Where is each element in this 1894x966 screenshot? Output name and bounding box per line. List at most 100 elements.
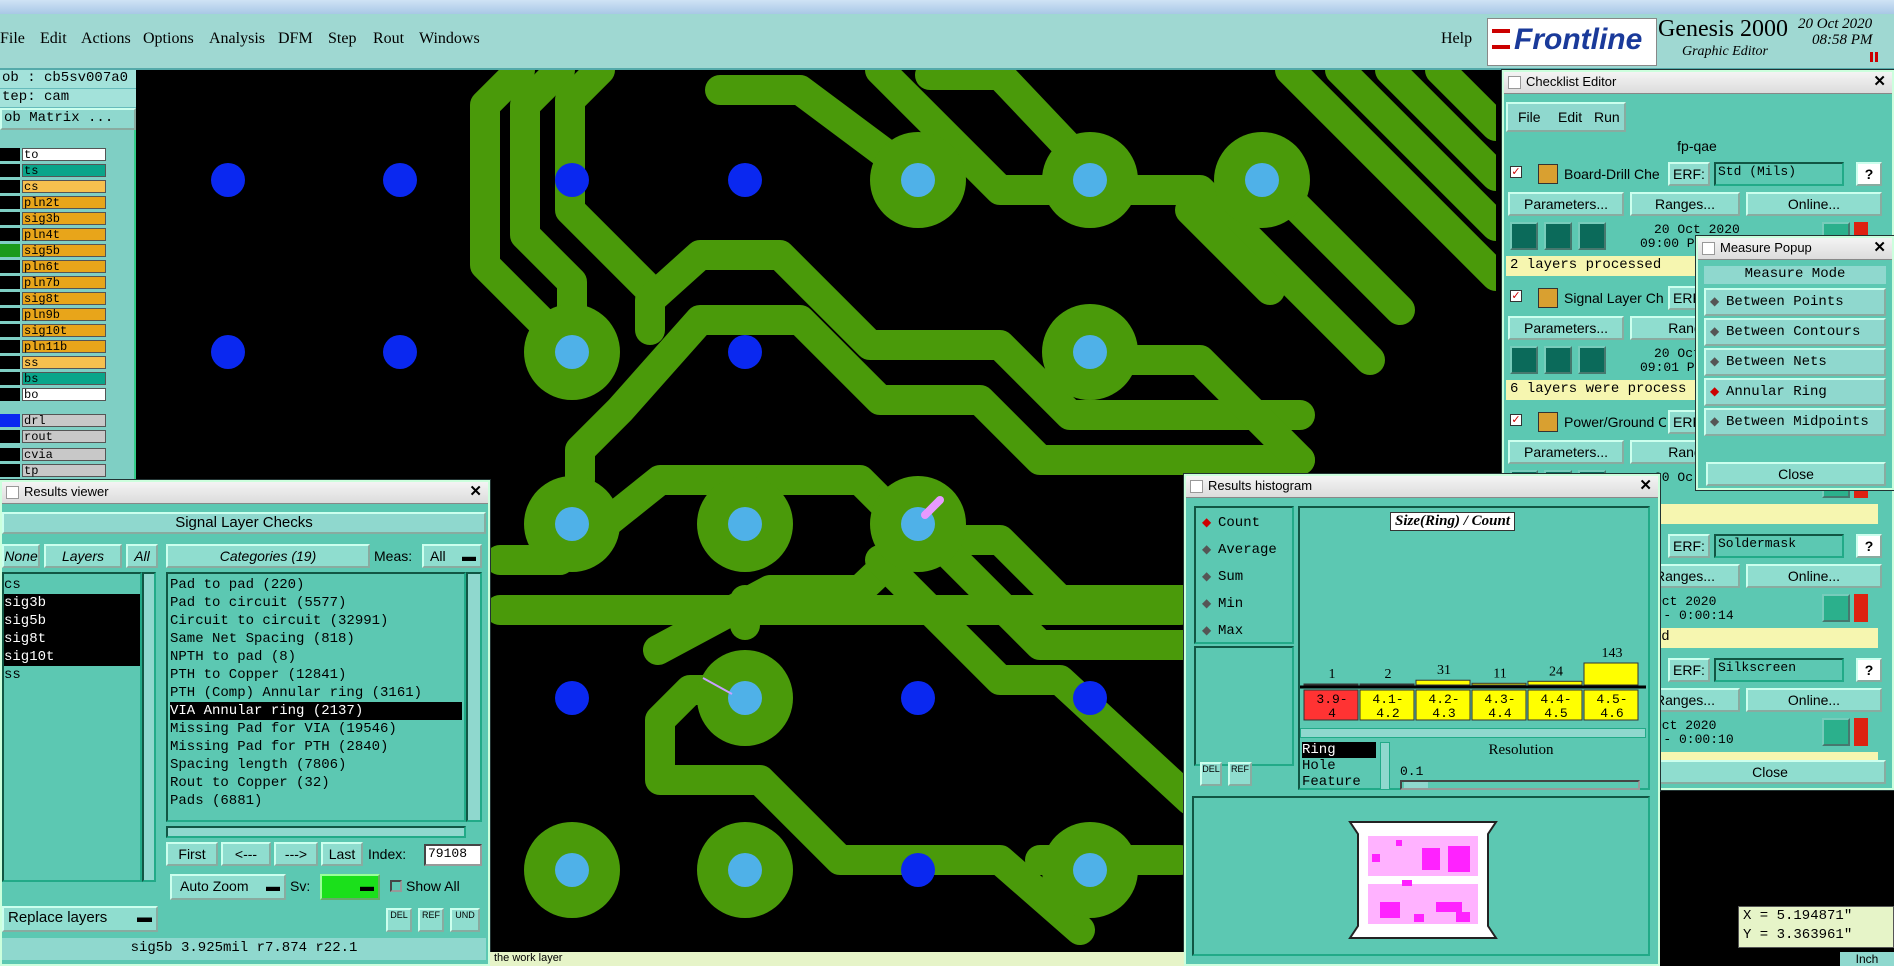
layer-swatch[interactable] xyxy=(0,372,20,385)
layers-button[interactable]: Layers xyxy=(44,544,122,568)
layer-swatch[interactable] xyxy=(0,244,20,257)
checklist-close-button[interactable]: Close xyxy=(1654,760,1886,784)
ranges-button[interactable]: Ranges... xyxy=(1630,192,1740,216)
parameters-button[interactable]: Parameters... xyxy=(1508,440,1624,464)
replace-layers-dropdown[interactable]: Replace layers ▬ xyxy=(2,906,158,932)
category-item[interactable]: Pads (6881) xyxy=(170,792,462,810)
menu-help[interactable]: Help xyxy=(1441,30,1472,48)
layer-name[interactable]: cvia xyxy=(22,448,106,462)
layer-swatch[interactable] xyxy=(0,228,20,241)
layer-row-pln6t[interactable]: pln6t xyxy=(0,259,110,274)
row-checkbox[interactable]: ✓ xyxy=(1510,290,1522,302)
layer-name[interactable]: pln9b xyxy=(22,308,106,322)
layer-swatch[interactable] xyxy=(0,164,20,177)
layer-name[interactable]: cs xyxy=(22,180,106,194)
help-icon[interactable]: ? xyxy=(1856,658,1882,682)
layer-name[interactable]: bo xyxy=(22,388,106,402)
layer-swatch[interactable] xyxy=(0,430,20,443)
first-button[interactable]: First xyxy=(166,842,218,866)
radio-icon[interactable]: ◆ xyxy=(1710,324,1719,338)
category-item[interactable]: NPTH to pad (8) xyxy=(170,648,462,666)
layer-name[interactable]: pln4t xyxy=(22,228,106,242)
radio-icon[interactable]: ◆ xyxy=(1710,414,1719,428)
auto-zoom-dropdown[interactable]: Auto Zoom ▬ xyxy=(170,874,286,900)
run-icon[interactable] xyxy=(1578,346,1606,374)
menu-edit[interactable]: Edit xyxy=(40,30,67,48)
menu-step[interactable]: Step xyxy=(328,30,356,48)
layer-name[interactable]: sig5b xyxy=(22,244,106,258)
menu-rout[interactable]: Rout xyxy=(373,30,404,48)
layer-name[interactable]: pln7b xyxy=(22,276,106,290)
hist-ref-button[interactable]: REF xyxy=(1228,762,1252,786)
category-item[interactable]: PTH (Comp) Annular ring (3161) xyxy=(170,684,462,702)
erf-button[interactable]: ERF: xyxy=(1668,658,1710,682)
menu-file[interactable]: File xyxy=(0,30,25,48)
del-button[interactable]: DEL xyxy=(386,908,412,932)
categories-button[interactable]: Categories (19) xyxy=(166,544,370,568)
histogram-type-list[interactable]: Ring Hole Feature xyxy=(1302,742,1376,790)
radio-icon[interactable]: ◆ xyxy=(1710,384,1719,398)
results-layer-item[interactable]: ss xyxy=(4,666,140,684)
prev-button[interactable]: <--- xyxy=(221,842,271,866)
parameters-button[interactable]: Parameters... xyxy=(1508,192,1624,216)
layer-name[interactable]: rout xyxy=(22,430,106,444)
layer-name[interactable]: ss xyxy=(22,356,106,370)
layer-row-ss[interactable]: ss xyxy=(0,355,110,370)
results-layer-item[interactable]: sig3b xyxy=(4,594,140,612)
layer-row-pln4t[interactable]: pln4t xyxy=(0,227,110,242)
histogram-mode[interactable]: ◆ Sum xyxy=(1196,566,1292,593)
layer-swatch[interactable] xyxy=(0,356,20,369)
layer-row-cs[interactable]: cs xyxy=(0,179,110,194)
measure-option[interactable]: ◆ Between Nets xyxy=(1704,348,1886,376)
hist-del-button[interactable]: DEL xyxy=(1200,762,1222,786)
zoom-icon[interactable] xyxy=(1822,594,1850,622)
layer-row-sig3b[interactable]: sig3b xyxy=(0,211,110,226)
layer-name[interactable]: pln2t xyxy=(22,196,106,210)
layer-swatch[interactable] xyxy=(0,464,20,477)
results-layer-item[interactable]: sig5b xyxy=(4,612,140,630)
layer-row-tp[interactable]: tp xyxy=(0,463,110,478)
row-checkbox[interactable]: ✓ xyxy=(1510,414,1522,426)
category-item[interactable]: Missing Pad for VIA (19546) xyxy=(170,720,462,738)
radio-icon[interactable]: ◆ xyxy=(1710,294,1719,308)
layer-name[interactable]: to xyxy=(22,148,106,162)
zoom-icon[interactable] xyxy=(1822,718,1850,746)
all-layers-button[interactable]: All xyxy=(126,544,158,568)
category-item[interactable]: Same Net Spacing (818) xyxy=(170,630,462,648)
layer-swatch[interactable] xyxy=(0,196,20,209)
close-icon[interactable]: ✕ xyxy=(1873,72,1886,92)
run-icon[interactable] xyxy=(1544,346,1572,374)
undo-button[interactable]: UND xyxy=(450,908,480,932)
show-all-checkbox[interactable] xyxy=(390,880,402,892)
layer-row-ts[interactable]: ts xyxy=(0,163,110,178)
menu-dfm[interactable]: DFM xyxy=(278,30,313,48)
online-button[interactable]: Online... xyxy=(1746,688,1882,712)
run-icon[interactable] xyxy=(1544,222,1572,250)
sv-color-dropdown[interactable]: ▬ xyxy=(320,874,380,900)
layer-swatch[interactable] xyxy=(0,292,20,305)
histogram-mode[interactable]: ◆ Average xyxy=(1196,539,1292,566)
erf-button[interactable]: ERF: xyxy=(1668,534,1710,558)
checklist-menu-run[interactable]: Run xyxy=(1594,109,1620,125)
layer-swatch[interactable] xyxy=(0,414,20,427)
radio-icon[interactable]: ◆ xyxy=(1202,569,1211,583)
layer-swatch[interactable] xyxy=(0,212,20,225)
histogram-chart[interactable]: 13.9-424.1-4.2314.2-4.3114.3-4.4244.4-4.… xyxy=(1300,538,1646,744)
category-item[interactable]: VIA Annular ring (2137) xyxy=(170,702,462,720)
layer-name[interactable]: sig8t xyxy=(22,292,106,306)
layer-row-sig5b[interactable]: sig5b xyxy=(0,243,110,258)
histogram-type[interactable]: Ring xyxy=(1302,742,1376,758)
measure-option[interactable]: ◆ Annular Ring xyxy=(1704,378,1886,406)
histogram-type[interactable]: Hole xyxy=(1302,758,1376,774)
job-matrix-button[interactable]: ob Matrix ... xyxy=(0,108,136,130)
checklist-menu-file[interactable]: File xyxy=(1518,109,1541,125)
results-layer-item[interactable]: sig10t xyxy=(4,648,140,666)
index-input[interactable]: 79108 xyxy=(424,844,482,866)
row-checkbox[interactable]: ✓ xyxy=(1510,166,1522,178)
unit-indicator[interactable]: Inch xyxy=(1840,952,1894,966)
next-button[interactable]: ---> xyxy=(274,842,318,866)
layer-row-sig8t[interactable]: sig8t xyxy=(0,291,110,306)
radio-icon[interactable]: ◆ xyxy=(1202,623,1211,637)
layer-row-rout[interactable]: rout xyxy=(0,429,110,444)
layer-name[interactable]: pln11b xyxy=(22,340,106,354)
